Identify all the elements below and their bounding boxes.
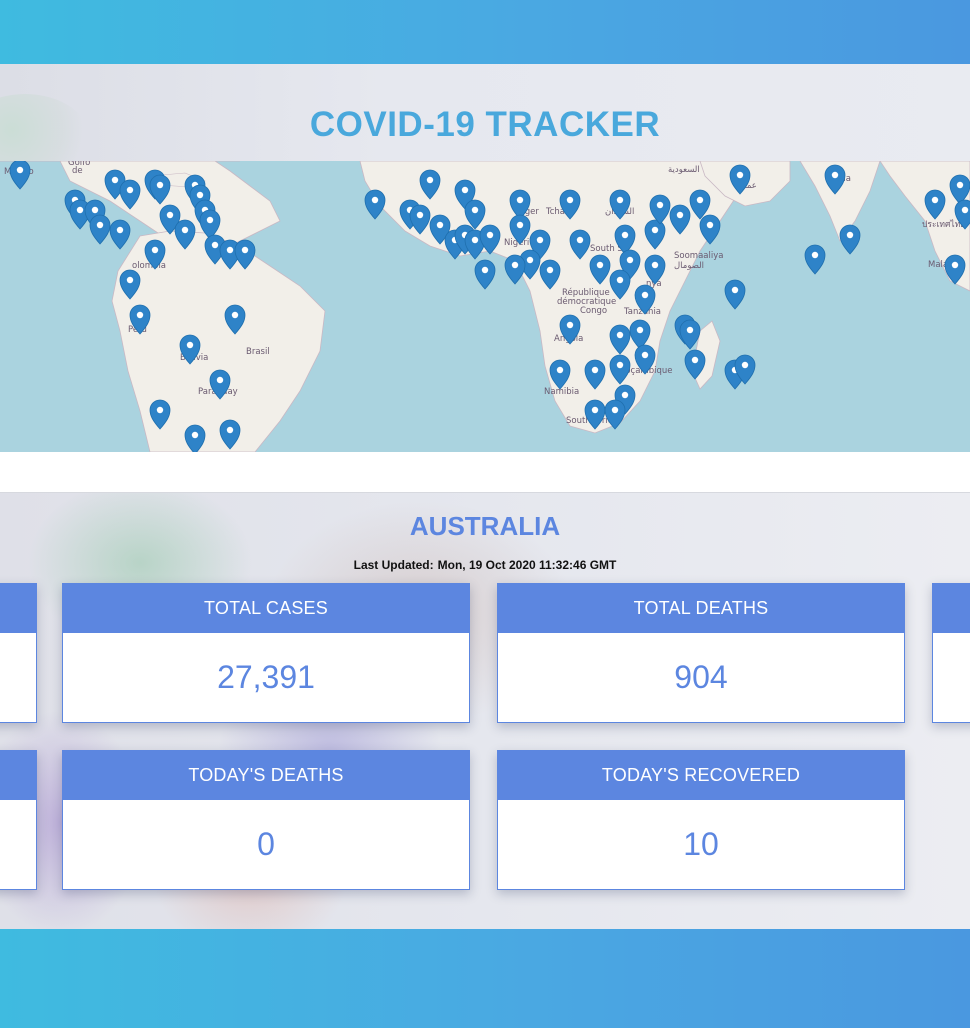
map-label: الصومال	[674, 261, 704, 271]
last-updated-value: Mon, 19 Oct 2020 11:32:46 GMT	[437, 558, 617, 572]
app-header: COVID-19 TRACKER	[0, 64, 970, 161]
country-stats-section: AUSTRALIA Last Updated: Mon, 19 Oct 2020 …	[0, 493, 970, 929]
todays-deaths-label: TODAY'S DEATHS	[63, 751, 469, 800]
map-label: السعودية	[668, 165, 700, 175]
map-label: Congo	[580, 306, 607, 316]
last-updated-label: Last Updated:	[353, 558, 434, 572]
total-deaths-label: TOTAL DEATHS	[498, 584, 904, 633]
map-label: olombia	[132, 261, 166, 271]
virus-decoration	[0, 94, 90, 161]
todays-recovered-label: TODAY'S RECOVERED	[498, 751, 904, 800]
map-label: Soomaaliya	[674, 251, 723, 261]
map-label: Namibia	[544, 387, 579, 397]
map-label: de	[72, 166, 83, 176]
map-label: Brasil	[246, 347, 270, 357]
total-cases-value: 27,391	[217, 659, 315, 695]
world-map[interactable]: MéxicoGolfodeolombiaPerúBoliviaBrasilPar…	[0, 161, 970, 452]
page-title: COVID-19 TRACKER	[309, 104, 661, 144]
stat-card-partial-left	[0, 583, 37, 723]
total-cases-label: TOTAL CASES	[63, 584, 469, 633]
map-canvas[interactable]: MéxicoGolfodeolombiaPerúBoliviaBrasilPar…	[0, 161, 970, 452]
country-name: AUSTRALIA	[409, 511, 561, 541]
total-deaths-card: TOTAL DEATHS 904	[497, 583, 905, 723]
total-cases-card: TOTAL CASES 27,391	[62, 583, 470, 723]
total-deaths-value: 904	[674, 659, 728, 695]
last-updated: Last Updated: Mon, 19 Oct 2020 11:32:46 G…	[0, 558, 970, 572]
todays-deaths-value: 0	[257, 826, 275, 862]
todays-recovered-value: 10	[683, 826, 719, 862]
top-banner	[0, 0, 970, 64]
stat-card-partial-right	[932, 583, 970, 723]
stat-card-partial-left-row2	[0, 750, 37, 890]
map-spacer	[0, 452, 970, 493]
todays-recovered-card: TODAY'S RECOVERED 10	[497, 750, 905, 890]
bottom-banner	[0, 929, 970, 1028]
todays-deaths-card: TODAY'S DEATHS 0	[62, 750, 470, 890]
